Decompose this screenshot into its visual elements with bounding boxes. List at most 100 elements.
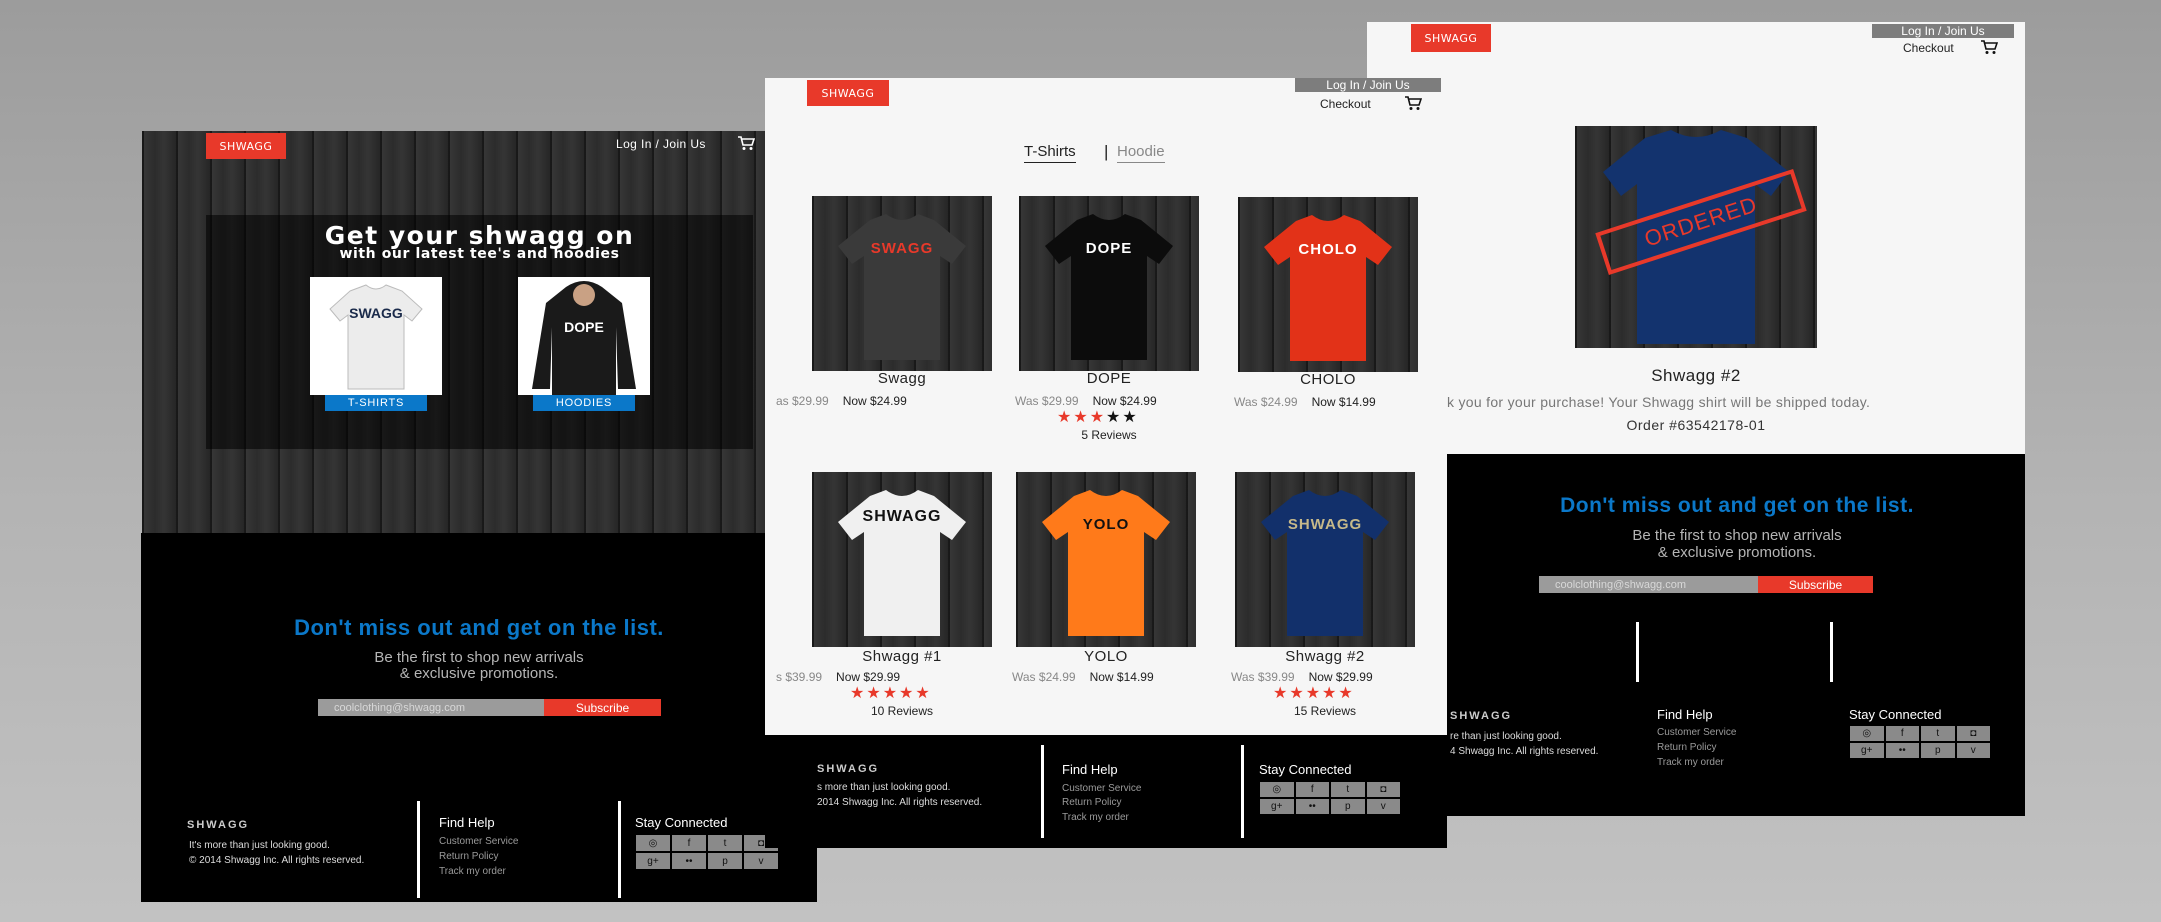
was-price: s $39.99	[776, 670, 823, 684]
help-link-track-order[interactable]: Track my order	[1062, 811, 1129, 825]
dribbble-icon[interactable]: ◎	[1850, 726, 1884, 741]
google-plus-icon[interactable]: g+	[1260, 799, 1294, 814]
social-title: Stay Connected	[1849, 707, 1942, 722]
social-icons: ◎ f t ◘ g+ •• p v	[636, 835, 778, 869]
product-image[interactable]: YOLO	[1016, 472, 1196, 647]
product-name[interactable]: YOLO	[996, 648, 1216, 665]
star-icon: ★	[1122, 409, 1137, 426]
product-price: s $39.99 Now $29.99	[776, 670, 900, 684]
order-footer-content: SHWAGG re than just looking good. 4 Shwa…	[1367, 690, 2025, 790]
product-name[interactable]: Swagg	[792, 370, 1012, 387]
flickr-icon[interactable]: ••	[672, 853, 706, 869]
email-input[interactable]: coolclothing@shwagg.com	[318, 699, 544, 716]
twitter-icon[interactable]: t	[708, 835, 742, 851]
google-plus-icon[interactable]: g+	[1850, 743, 1884, 758]
facebook-icon[interactable]: f	[672, 835, 706, 851]
pinterest-icon[interactable]: p	[1921, 743, 1955, 758]
order-content: SHWAGG Log In / Join Us Checkout ORDERED…	[1367, 22, 2025, 454]
product-image[interactable]: SHWAGG	[812, 472, 992, 647]
footer-divider	[1241, 745, 1244, 838]
instagram-icon[interactable]: ◘	[1956, 726, 1990, 741]
product-name[interactable]: Shwagg #1	[792, 648, 1012, 665]
product-graphic: DOPE	[1085, 240, 1133, 257]
login-button[interactable]: Log In / Join Us	[1872, 24, 2014, 38]
help-link-customer-service[interactable]: Customer Service	[439, 835, 518, 849]
home-newsletter: Don't miss out and get on the list. Be t…	[141, 533, 817, 801]
footer-wordmark: SHWAGG	[187, 819, 250, 831]
product-name[interactable]: DOPE	[999, 370, 1219, 387]
logo[interactable]: SHWAGG	[1411, 24, 1491, 52]
copyright-icon: ©	[189, 855, 200, 866]
now-price: Now $24.99	[842, 394, 907, 408]
cart-icon[interactable]	[1404, 96, 1422, 111]
footer-tagline: re than just looking good.	[1450, 731, 1562, 742]
dribbble-icon[interactable]: ◎	[636, 835, 670, 851]
checkout-link[interactable]: Checkout	[1320, 97, 1371, 111]
help-link-track-order[interactable]: Track my order	[1657, 756, 1724, 770]
product-name[interactable]: CHOLO	[1218, 371, 1438, 388]
order-product-name: Shwagg #2	[1651, 366, 1741, 385]
email-input[interactable]: coolclothing@shwagg.com	[1539, 576, 1758, 593]
star-icon: ★	[899, 685, 914, 702]
catalog-content: SHWAGG Log In / Join Us Checkout T-Shirt…	[765, 78, 1447, 735]
help-title: Find Help	[1062, 762, 1118, 777]
product-name[interactable]: Shwagg #2	[1215, 648, 1435, 665]
product-price: Was $39.99 Now $29.99	[1231, 670, 1373, 684]
pinterest-icon[interactable]: p	[708, 853, 742, 869]
flickr-icon[interactable]: ••	[1295, 799, 1329, 814]
product-price: as $29.99 Now $24.99	[776, 394, 907, 408]
help-link-track-order[interactable]: Track my order	[439, 865, 506, 879]
subscribe-button[interactable]: Subscribe	[1758, 576, 1873, 593]
flickr-icon[interactable]: ••	[1885, 743, 1919, 758]
hoodies-button[interactable]: HOODIES	[533, 395, 635, 411]
facebook-icon[interactable]: f	[1295, 782, 1329, 797]
product-image[interactable]: DOPE	[1019, 196, 1199, 371]
review-count[interactable]: 15 Reviews	[1235, 704, 1415, 718]
login-link[interactable]: Log In / Join Us	[616, 137, 706, 151]
help-link-customer-service[interactable]: Customer Service	[1062, 782, 1141, 796]
product-price: Was $29.99 Now $24.99	[1015, 394, 1157, 408]
instagram-icon[interactable]: ◘	[1366, 782, 1400, 797]
help-link-customer-service[interactable]: Customer Service	[1657, 726, 1736, 740]
help-link-return-policy[interactable]: Return Policy	[1657, 741, 1716, 755]
vimeo-icon[interactable]: v	[744, 853, 778, 869]
twitter-icon[interactable]: t	[1921, 726, 1955, 741]
product-image[interactable]: SHWAGG	[1235, 472, 1415, 647]
help-link-return-policy[interactable]: Return Policy	[439, 850, 498, 864]
review-count[interactable]: 5 Reviews	[1019, 428, 1199, 442]
tab-hoodie[interactable]: Hoodie	[1117, 143, 1165, 163]
review-count[interactable]: 10 Reviews	[812, 704, 992, 718]
order-number: Order #63542178-01	[1626, 417, 1766, 433]
logo[interactable]: SHWAGG	[807, 80, 889, 106]
footer-divider	[1041, 745, 1044, 838]
subscribe-button[interactable]: Subscribe	[544, 699, 661, 716]
pinterest-icon[interactable]: p	[1331, 799, 1365, 814]
checkout-link[interactable]: Checkout	[1903, 41, 1954, 55]
home-hero: SHWAGG Log In / Join Us Get your shwagg …	[142, 131, 817, 533]
tshirt-thumbnail[interactable]: SWAGG	[310, 277, 442, 395]
help-link-return-policy[interactable]: Return Policy	[1062, 796, 1121, 810]
tshirts-button[interactable]: T-SHIRTS	[325, 395, 427, 411]
twitter-icon[interactable]: t	[1331, 782, 1365, 797]
vimeo-icon[interactable]: v	[1366, 799, 1400, 814]
dribbble-icon[interactable]: ◎	[1260, 782, 1294, 797]
footer-tagline: s more than just looking good.	[817, 782, 951, 793]
hoodie-thumbnail[interactable]: DOPE	[518, 277, 650, 395]
star-icon: ★	[1289, 685, 1304, 702]
tab-tshirts[interactable]: T-Shirts	[1024, 143, 1076, 163]
google-plus-icon[interactable]: g+	[636, 853, 670, 869]
product-image[interactable]: SWAGG	[812, 196, 992, 371]
vimeo-icon[interactable]: v	[1956, 743, 1990, 758]
facebook-icon[interactable]: f	[1885, 726, 1919, 741]
login-button[interactable]: Log In / Join Us	[1295, 78, 1441, 92]
cart-icon[interactable]	[737, 136, 755, 151]
star-icon: ★	[1273, 685, 1288, 702]
copyright-text: 2014 Shwagg Inc. All rights reserved.	[199, 855, 365, 866]
product-image[interactable]: CHOLO	[1238, 197, 1418, 372]
cart-icon[interactable]	[1980, 40, 1998, 55]
star-icon: ★	[882, 685, 898, 702]
catalog-footer: SHWAGG s more than just looking good. 20…	[765, 735, 1447, 848]
footer-tagline: It's more than just looking good.	[189, 840, 330, 851]
logo[interactable]: SHWAGG	[206, 133, 286, 159]
hero-subtitle: with our latest tee's and hoodies	[339, 246, 620, 262]
